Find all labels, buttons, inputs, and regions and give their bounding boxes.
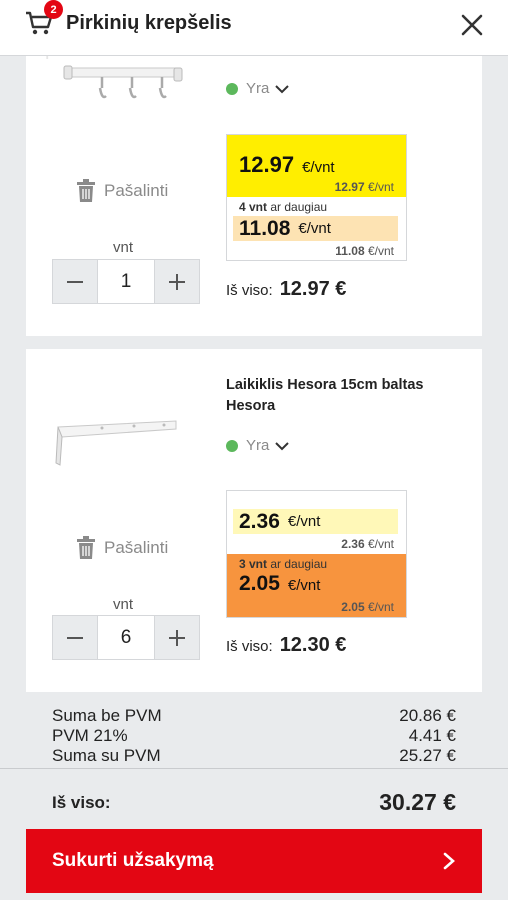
chevron-down-icon xyxy=(275,84,290,93)
tier-small-unit: €/vnt xyxy=(367,244,394,258)
summary-value: 25.27 € xyxy=(399,746,456,765)
summary-row: Suma be PVM 20.86 € xyxy=(52,706,456,726)
quantity-unit-label: vnt xyxy=(113,596,134,613)
price-tier: 12.97 €/vnt 12.97 €/vnt xyxy=(227,135,406,197)
cart-count-badge: 2 xyxy=(44,0,63,19)
page-title: Pirkinių krepšelis xyxy=(66,12,232,34)
checkout-bar: Iš viso: 30.27 € Sukurti užsakymą xyxy=(0,768,508,900)
quantity-input[interactable]: 1 xyxy=(97,260,155,303)
stock-status[interactable]: Yra xyxy=(226,80,290,97)
item-total: Iš viso: 12.97 € xyxy=(226,278,346,301)
decrease-button[interactable] xyxy=(53,616,97,659)
price-tier-bulk: 4 vnt ar daugiau 11.08 €/vnt 11.08 €/vnt xyxy=(227,197,406,261)
tier-unit: €/vnt xyxy=(287,577,321,594)
cart-item-card: xp skelbiu.lt Yra 12.97 €/vnt 12.97 €/vn… xyxy=(26,38,482,336)
price-tiers: 2.36 €/vnt 2.36 €/vnt 3 vnt ar daugiau 2… xyxy=(226,490,407,618)
cart-item-card: Laikiklis Hesora 15cm baltas Hesora Yra … xyxy=(26,349,482,692)
tier-min-suffix: ar daugiau xyxy=(270,200,328,214)
price-tiers: 12.97 €/vnt 12.97 €/vnt 4 vnt ar daugiau… xyxy=(226,134,407,261)
tier-small-price: 11.08 xyxy=(335,244,365,258)
close-icon[interactable] xyxy=(458,11,486,39)
tier-unit: €/vnt xyxy=(298,220,331,237)
tier-small-price: 12.97 xyxy=(334,180,365,194)
item-total-label: Iš viso: xyxy=(226,638,273,655)
product-image xyxy=(63,65,183,99)
tier-small-unit: €/vnt xyxy=(367,180,394,194)
quantity-input[interactable]: 6 xyxy=(97,616,155,659)
price-tier-bulk: 3 vnt ar daugiau 2.05 €/vnt 2.05 €/vnt xyxy=(227,554,406,617)
increase-button[interactable] xyxy=(155,260,199,303)
grand-total-value: 30.27 € xyxy=(379,789,456,815)
remove-button[interactable]: Pašalinti xyxy=(76,179,168,203)
summary-label: Suma su PVM xyxy=(52,746,161,765)
quantity-stepper: 1 xyxy=(52,259,200,304)
chevron-right-icon xyxy=(443,852,455,870)
plus-icon xyxy=(169,273,185,290)
create-order-button[interactable]: Sukurti užsakymą xyxy=(26,829,482,893)
item-total-value: 12.30 € xyxy=(279,634,347,656)
product-title[interactable]: Laikiklis Hesora 15cm baltas Hesora xyxy=(226,375,456,417)
summary-label: Suma be PVM xyxy=(52,706,162,725)
in-stock-dot-icon xyxy=(226,82,238,95)
tier-small-unit: €/vnt xyxy=(367,537,394,551)
tier-min-qty: 3 vnt xyxy=(239,557,268,571)
tier-small-unit: €/vnt xyxy=(367,600,394,614)
item-total: Iš viso: 12.30 € xyxy=(226,634,346,657)
create-order-label: Sukurti užsakymą xyxy=(52,850,214,871)
tier-price: 11.08 xyxy=(239,216,291,240)
chevron-down-icon xyxy=(275,441,290,450)
trash-icon xyxy=(77,536,95,559)
trash-icon xyxy=(77,179,95,202)
bulk-price-highlight: 11.08 €/vnt xyxy=(233,216,398,241)
tier-unit: €/vnt xyxy=(287,513,321,530)
product-image xyxy=(55,420,177,466)
grand-total: Iš viso: 30.27 € xyxy=(52,789,456,816)
minus-icon xyxy=(67,280,83,283)
plus-icon xyxy=(169,629,185,646)
tier-min-qty: 4 vnt xyxy=(239,200,268,214)
grand-total-label: Iš viso: xyxy=(52,792,111,812)
summary-label: PVM 21% xyxy=(52,726,128,745)
increase-button[interactable] xyxy=(155,616,199,659)
stock-label: Yra xyxy=(246,437,270,454)
in-stock-dot-icon xyxy=(226,439,238,452)
stock-status[interactable]: Yra xyxy=(226,437,290,454)
price-highlight: 2.36 €/vnt xyxy=(233,509,398,534)
item-total-value: 12.97 € xyxy=(279,278,347,300)
tier-small-price: 2.05 xyxy=(341,600,365,614)
summary-row: PVM 21% 4.41 € xyxy=(52,726,456,746)
tier-min-suffix: ar daugiau xyxy=(270,557,328,571)
cart-header: 2 Pirkinių krepšelis xyxy=(0,0,508,56)
tier-unit: €/vnt xyxy=(302,159,335,176)
tier-price: 2.36 xyxy=(239,509,280,533)
summary-value: 4.41 € xyxy=(408,726,456,745)
summary-row: Suma su PVM 25.27 € xyxy=(52,746,456,766)
minus-icon xyxy=(67,636,83,639)
cart-icon[interactable]: 2 xyxy=(24,0,63,42)
decrease-button[interactable] xyxy=(53,260,97,303)
quantity-stepper: 6 xyxy=(52,615,200,660)
remove-label: Pašalinti xyxy=(104,538,169,557)
tier-price: 2.05 xyxy=(239,572,280,595)
price-tier: 2.36 €/vnt 2.36 €/vnt xyxy=(227,491,406,554)
remove-button[interactable]: Pašalinti xyxy=(76,536,168,560)
remove-label: Pašalinti xyxy=(104,181,169,200)
summary-value: 20.86 € xyxy=(399,706,456,725)
stock-label: Yra xyxy=(246,80,270,97)
tier-price: 12.97 xyxy=(239,152,295,177)
item-total-label: Iš viso: xyxy=(226,282,273,299)
tier-small-price: 2.36 xyxy=(341,537,365,551)
quantity-unit-label: vnt xyxy=(113,239,134,256)
order-summary: Suma be PVM 20.86 € PVM 21% 4.41 € Suma … xyxy=(52,706,456,766)
